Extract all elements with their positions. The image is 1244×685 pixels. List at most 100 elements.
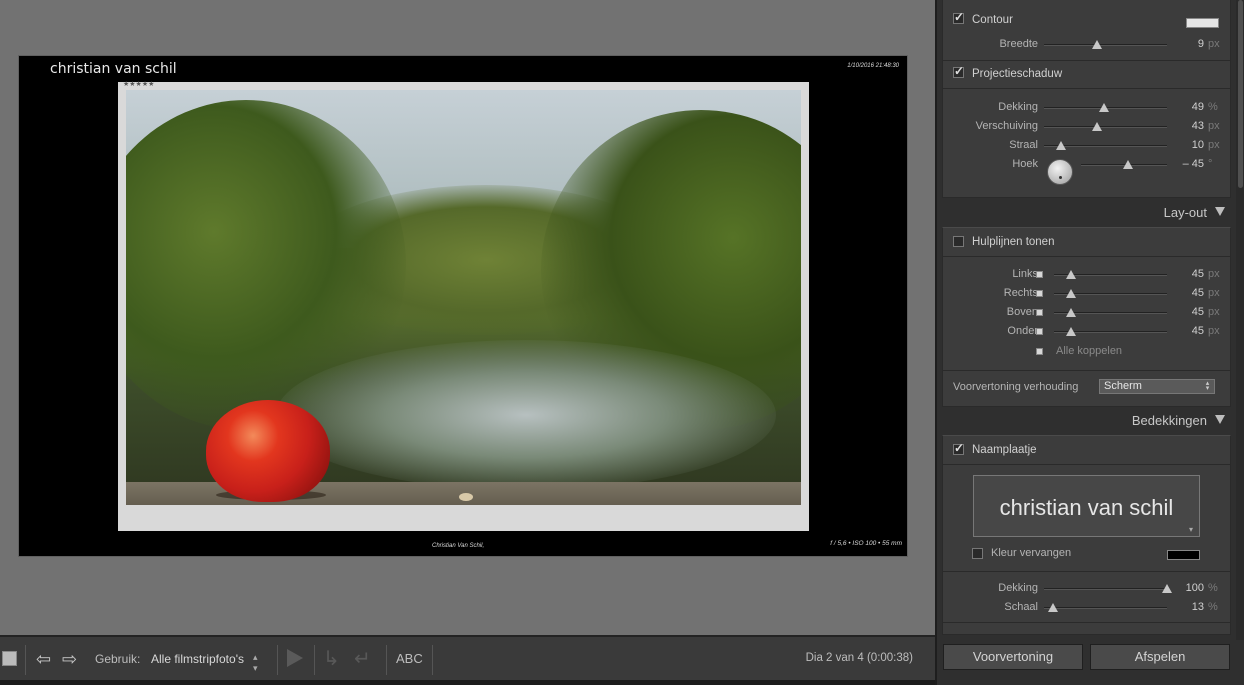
contour-width-label: Breedte <box>999 38 1038 50</box>
slider-value[interactable]: 45 <box>1192 287 1204 299</box>
rotate-clockwise-icon[interactable]: ↳ <box>323 646 340 671</box>
add-text-button[interactable]: ABC <box>396 651 423 666</box>
photo-water <box>276 340 776 490</box>
collapse-triangle-icon[interactable] <box>1215 415 1225 424</box>
slider-thumb[interactable] <box>1056 141 1067 150</box>
slider-track[interactable] <box>1044 141 1167 150</box>
slide-photo[interactable] <box>126 90 801 505</box>
slider-value[interactable]: 13 <box>1192 601 1204 613</box>
link-all-label: Alle koppelen <box>1056 345 1123 357</box>
slider-label: Rechts <box>1003 287 1038 299</box>
overlays-panel-header[interactable]: Bedekkingen <box>942 408 1231 434</box>
slider-thumb[interactable] <box>1091 122 1102 131</box>
identity-plate-preview[interactable]: christian van schil ▾ <box>973 475 1200 537</box>
identity-plate-checkbox[interactable] <box>953 441 964 455</box>
slider-unit: px <box>1208 325 1220 337</box>
slider-link-checkbox[interactable] <box>1036 271 1043 278</box>
slider-track[interactable] <box>1054 327 1167 336</box>
layout-panel-title: Lay-out <box>1163 205 1207 220</box>
slider-track[interactable] <box>1081 160 1167 169</box>
section-divider <box>943 88 1230 89</box>
slider-track[interactable] <box>1054 289 1167 298</box>
override-color-checkbox[interactable] <box>972 548 983 559</box>
rotate-counterclockwise-icon[interactable]: ↵ <box>354 646 371 671</box>
show-guides-checkbox[interactable] <box>953 236 964 247</box>
toolbar-divider <box>432 645 433 675</box>
slider-value[interactable]: 43 <box>1192 120 1204 132</box>
slider-unit: px <box>1208 306 1220 318</box>
section-divider <box>943 571 1230 572</box>
slider-track[interactable] <box>1044 122 1167 131</box>
drop-shadow-checkbox[interactable] <box>953 64 964 78</box>
slider-thumb[interactable] <box>1065 289 1076 298</box>
slider-value[interactable]: – 45 <box>1183 158 1204 170</box>
slider-label: Dekking <box>998 582 1038 594</box>
slider-value[interactable]: 45 <box>1192 325 1204 337</box>
slider-unit: % <box>1208 101 1218 113</box>
previous-slide-button[interactable]: ⇦ <box>36 649 51 670</box>
preview-ratio-select[interactable]: Scherm ▴ ▾ <box>1099 379 1215 394</box>
chevron-down-icon[interactable]: ▾ <box>1189 525 1193 534</box>
slider-thumb[interactable] <box>1065 327 1076 336</box>
slider-track[interactable] <box>1044 584 1172 593</box>
override-color-swatch[interactable] <box>1167 550 1200 560</box>
slide-exif-text[interactable]: f / 5,6 • ISO 100 • 55 mm <box>830 540 902 547</box>
slider-track[interactable] <box>1054 308 1167 317</box>
contour-color-swatch[interactable] <box>1186 18 1219 28</box>
panel-scrollbar-thumb[interactable] <box>1238 0 1243 188</box>
slide-status-text: Dia 2 van 4 (0:00:38) <box>805 652 913 664</box>
slider-value[interactable]: 100 <box>1186 582 1204 594</box>
play-button[interactable]: Afspelen <box>1090 644 1230 670</box>
identity-plate-label: Naamplaatje <box>972 444 1037 456</box>
slider-track[interactable] <box>1044 603 1167 612</box>
contour-checkbox[interactable] <box>953 10 964 24</box>
slider-thumb[interactable] <box>1091 40 1102 49</box>
photo-frame: ★★★★★ <box>118 80 809 531</box>
contour-width-slider[interactable] <box>1044 40 1167 49</box>
panel-scrollbar[interactable] <box>1236 0 1244 640</box>
slider-thumb[interactable] <box>1123 160 1134 169</box>
slider-link-checkbox[interactable] <box>1036 309 1043 316</box>
slider-thumb[interactable] <box>1065 308 1076 317</box>
slide-preview-area: christian van schil 1/10/2016 21:48:30 ★… <box>0 0 935 635</box>
slider-track[interactable] <box>1054 270 1167 279</box>
slideshow-toolbar: ⇦ ⇨ Gebruik: Alle filmstripfoto's ▴ ▾ ↳ ↵… <box>0 635 935 680</box>
slider-label: Verschuiving <box>975 120 1038 132</box>
slider-track[interactable] <box>1044 103 1167 112</box>
slide-identity-plate[interactable]: christian van schil <box>50 61 177 77</box>
slider-unit: px <box>1208 139 1220 151</box>
collapse-triangle-icon[interactable] <box>1215 207 1225 216</box>
stop-button[interactable] <box>2 651 17 666</box>
slider-unit: % <box>1208 601 1218 613</box>
slider-unit: px <box>1208 120 1220 132</box>
slider-value[interactable]: 10 <box>1192 139 1204 151</box>
slider-thumb[interactable] <box>1047 603 1058 612</box>
preview-button[interactable]: Voorvertoning <box>943 644 1083 670</box>
slider-thumb[interactable] <box>1162 584 1172 593</box>
use-source-select[interactable]: Alle filmstripfoto's <box>151 652 244 666</box>
select-spinner-icon[interactable]: ▴ ▾ <box>253 652 258 674</box>
slider-label: Boven <box>1006 306 1038 318</box>
slide-rating-stars[interactable]: ★★★★★ <box>123 80 154 88</box>
slider-value[interactable]: 45 <box>1192 268 1204 280</box>
slide-caption-text[interactable]: Christian Van Schil, <box>432 543 484 549</box>
slider-link-checkbox[interactable] <box>1036 328 1043 335</box>
link-all-checkbox[interactable] <box>1036 348 1043 355</box>
slider-value[interactable]: 45 <box>1192 306 1204 318</box>
photo-apple <box>206 400 330 502</box>
slider-thumb[interactable] <box>1065 270 1076 279</box>
slider-link-checkbox[interactable] <box>1036 290 1043 297</box>
slider-value[interactable]: 49 <box>1192 101 1204 113</box>
shadow-angle-dial[interactable] <box>1047 159 1073 185</box>
drop-shadow-label: Projectieschaduw <box>972 68 1063 80</box>
slide-datetime-text[interactable]: 1/10/2016 21:48:30 <box>847 63 899 69</box>
contour-width-value[interactable]: 9 <box>1198 38 1204 50</box>
layout-panel-header[interactable]: Lay-out <box>942 200 1231 226</box>
section-divider <box>943 60 1230 61</box>
section-divider <box>943 464 1230 465</box>
play-icon[interactable] <box>287 649 303 667</box>
slider-thumb[interactable] <box>1099 103 1110 112</box>
next-slide-button[interactable]: ⇨ <box>62 649 77 670</box>
preview-ratio-label: Voorvertoning verhouding <box>953 381 1079 393</box>
slide-canvas[interactable]: christian van schil 1/10/2016 21:48:30 ★… <box>18 55 908 557</box>
